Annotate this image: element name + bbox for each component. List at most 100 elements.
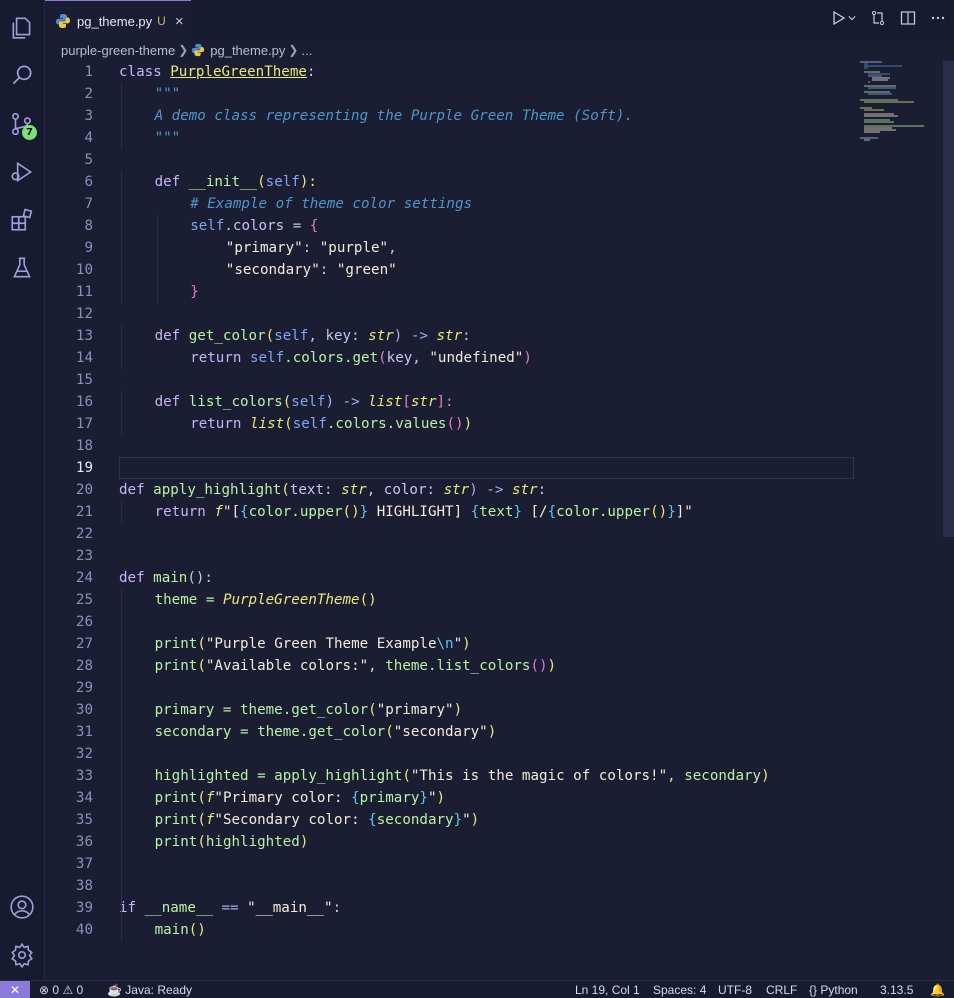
code-line[interactable]: 2 """	[45, 83, 853, 105]
code-token: text	[479, 504, 514, 520]
code-token: , color:	[366, 482, 444, 498]
code-line[interactable]: 25 theme = PurpleGreenTheme()	[45, 589, 853, 611]
tab-pg-theme[interactable]: pg_theme.py U ×	[45, 0, 191, 41]
code-line[interactable]: 27 print("Purple Green Theme Example\n")	[45, 633, 853, 655]
code-token: highlighted = apply_highlight	[154, 768, 403, 784]
code-token: }	[359, 504, 369, 520]
minimap[interactable]	[858, 61, 943, 151]
code-line[interactable]: 32	[45, 743, 853, 765]
notifications-bell-icon[interactable]: 🔔	[930, 982, 945, 998]
extensions-icon[interactable]	[8, 206, 36, 234]
code-token: str	[443, 482, 470, 498]
chevron-down-icon[interactable]	[848, 10, 856, 26]
tab-close-button[interactable]: ×	[175, 13, 184, 30]
code-line[interactable]: 28 print("Available colors:", theme.list_…	[45, 655, 853, 677]
indentation[interactable]: Spaces: 4	[653, 982, 706, 998]
code-line[interactable]: 3 A demo class representing the Purple Gr…	[45, 105, 853, 127]
code-line[interactable]: 8 self.colors = {	[45, 215, 853, 237]
breadcrumb: purple-green-theme ❯ pg_theme.py ❯ ...	[61, 40, 312, 60]
vertical-scrollbar-thumb[interactable]	[943, 61, 954, 537]
code-editor[interactable]: 1 class PurpleGreenTheme: 2 """ 3 A demo clas…	[45, 61, 943, 979]
code-line[interactable]: 21 return f"[{color.upper()} HIGHLIGHT] {…	[45, 501, 853, 523]
code-line[interactable]: 29	[45, 677, 853, 699]
code-line[interactable]: 12	[45, 303, 853, 325]
code-token: "__main__"	[247, 900, 333, 916]
line-number: 1	[84, 64, 93, 80]
code-line[interactable]: 40 main()	[45, 919, 853, 941]
code-line[interactable]: 33 highlighted = apply_highlight("This is…	[45, 765, 853, 787]
breadcrumb-more[interactable]: ...	[301, 43, 312, 58]
line-number: 5	[84, 152, 93, 168]
cursor-position[interactable]: Ln 19, Col 1	[575, 982, 640, 998]
code-token: __init__	[188, 174, 258, 190]
breadcrumb-folder[interactable]: purple-green-theme	[61, 43, 175, 58]
code-line[interactable]: 22	[45, 523, 853, 545]
run-debug-icon[interactable]	[8, 158, 36, 186]
testing-flask-icon[interactable]	[8, 254, 36, 282]
code-token: "	[462, 812, 471, 828]
compare-changes-icon[interactable]	[870, 10, 886, 26]
code-line[interactable]: 35 print(f"Secondary color: {secondary}")	[45, 809, 853, 831]
code-line[interactable]: 4 """	[45, 127, 853, 149]
line-number: 2	[84, 86, 93, 102]
code-line[interactable]: 19	[45, 457, 853, 479]
code-token: :	[462, 328, 471, 344]
code-token: , key:	[308, 328, 369, 344]
code-token: "Available colors:"	[205, 658, 369, 674]
language-mode[interactable]: {} Python	[809, 982, 858, 998]
line-number: 19	[75, 460, 93, 476]
code-line[interactable]: 6 def __init__(self):	[45, 171, 853, 193]
code-line[interactable]: 1 class PurpleGreenTheme:	[45, 61, 853, 83]
code-token: color.upper	[556, 504, 651, 520]
code-text: return list(self.colors.values())	[190, 413, 472, 435]
code-line[interactable]: 17 return list(self.colors.values())	[45, 413, 853, 435]
problems-indicator[interactable]: ⊗ 0 ⚠ 0	[39, 982, 83, 998]
breadcrumb-file[interactable]: pg_theme.py	[210, 43, 285, 58]
code-line[interactable]: 14 return self.colors.get(key, "undefined…	[45, 347, 853, 369]
code-token: list_colors	[188, 394, 283, 410]
indent-guide	[121, 83, 122, 149]
more-actions-icon[interactable]	[930, 10, 946, 26]
code-line[interactable]: 36 print(highlighted)	[45, 831, 853, 853]
code-line[interactable]: 18	[45, 435, 853, 457]
code-line[interactable]: 39 if __name__ == "__main__":	[45, 897, 853, 919]
code-token: str	[341, 482, 367, 498]
remote-indicator-icon[interactable]: ✕	[0, 981, 30, 998]
split-editor-icon[interactable]	[900, 10, 916, 26]
code-token: HIGHLIGHT]	[368, 504, 471, 520]
code-token: }	[513, 504, 522, 520]
code-token: self	[190, 218, 225, 234]
line-number: 23	[75, 548, 93, 564]
error-icon: ⊗	[39, 983, 50, 997]
code-token: ()	[342, 504, 360, 520]
search-icon[interactable]	[8, 61, 36, 89]
code-line[interactable]: 20 def apply_highlight(text: str, color: …	[45, 479, 853, 501]
code-line[interactable]: 34 print(f"Primary color: {primary}")	[45, 787, 853, 809]
code-line[interactable]: 24 def main():	[45, 567, 853, 589]
code-line[interactable]: 9 "primary": "purple",	[45, 237, 853, 259]
run-file-icon[interactable]	[830, 10, 846, 26]
code-line[interactable]: 37	[45, 853, 853, 875]
code-token: PurpleGreenTheme	[222, 592, 360, 608]
code-token: .colors.get	[284, 350, 379, 366]
explorer-icon[interactable]	[8, 14, 36, 42]
code-line[interactable]: 7 # Example of theme color settings	[45, 193, 853, 215]
code-line[interactable]: 30 primary = theme.get_color("primary")	[45, 699, 853, 721]
python-version[interactable]: 3.13.5	[880, 982, 913, 998]
line-ending[interactable]: CRLF	[766, 982, 797, 998]
account-icon[interactable]	[8, 893, 36, 921]
code-line[interactable]: 5	[45, 149, 853, 171]
code-line[interactable]: 15	[45, 369, 853, 391]
settings-gear-icon[interactable]	[8, 941, 36, 969]
code-line[interactable]: 11}	[45, 281, 853, 303]
code-line[interactable]: 13 def get_color(self, key: str) -> str:	[45, 325, 853, 347]
encoding[interactable]: UTF-8	[718, 982, 752, 998]
code-token: "undefined"	[429, 350, 524, 366]
code-line[interactable]: 38	[45, 875, 853, 897]
java-status[interactable]: ☕ Java: Ready	[107, 982, 192, 998]
code-line[interactable]: 16 def list_colors(self) -> list[str]:	[45, 391, 853, 413]
code-line[interactable]: 26	[45, 611, 853, 633]
code-line[interactable]: 23	[45, 545, 853, 567]
code-line[interactable]: 31 secondary = theme.get_color("secondary…	[45, 721, 853, 743]
code-line[interactable]: 10 "secondary": "green"	[45, 259, 853, 281]
